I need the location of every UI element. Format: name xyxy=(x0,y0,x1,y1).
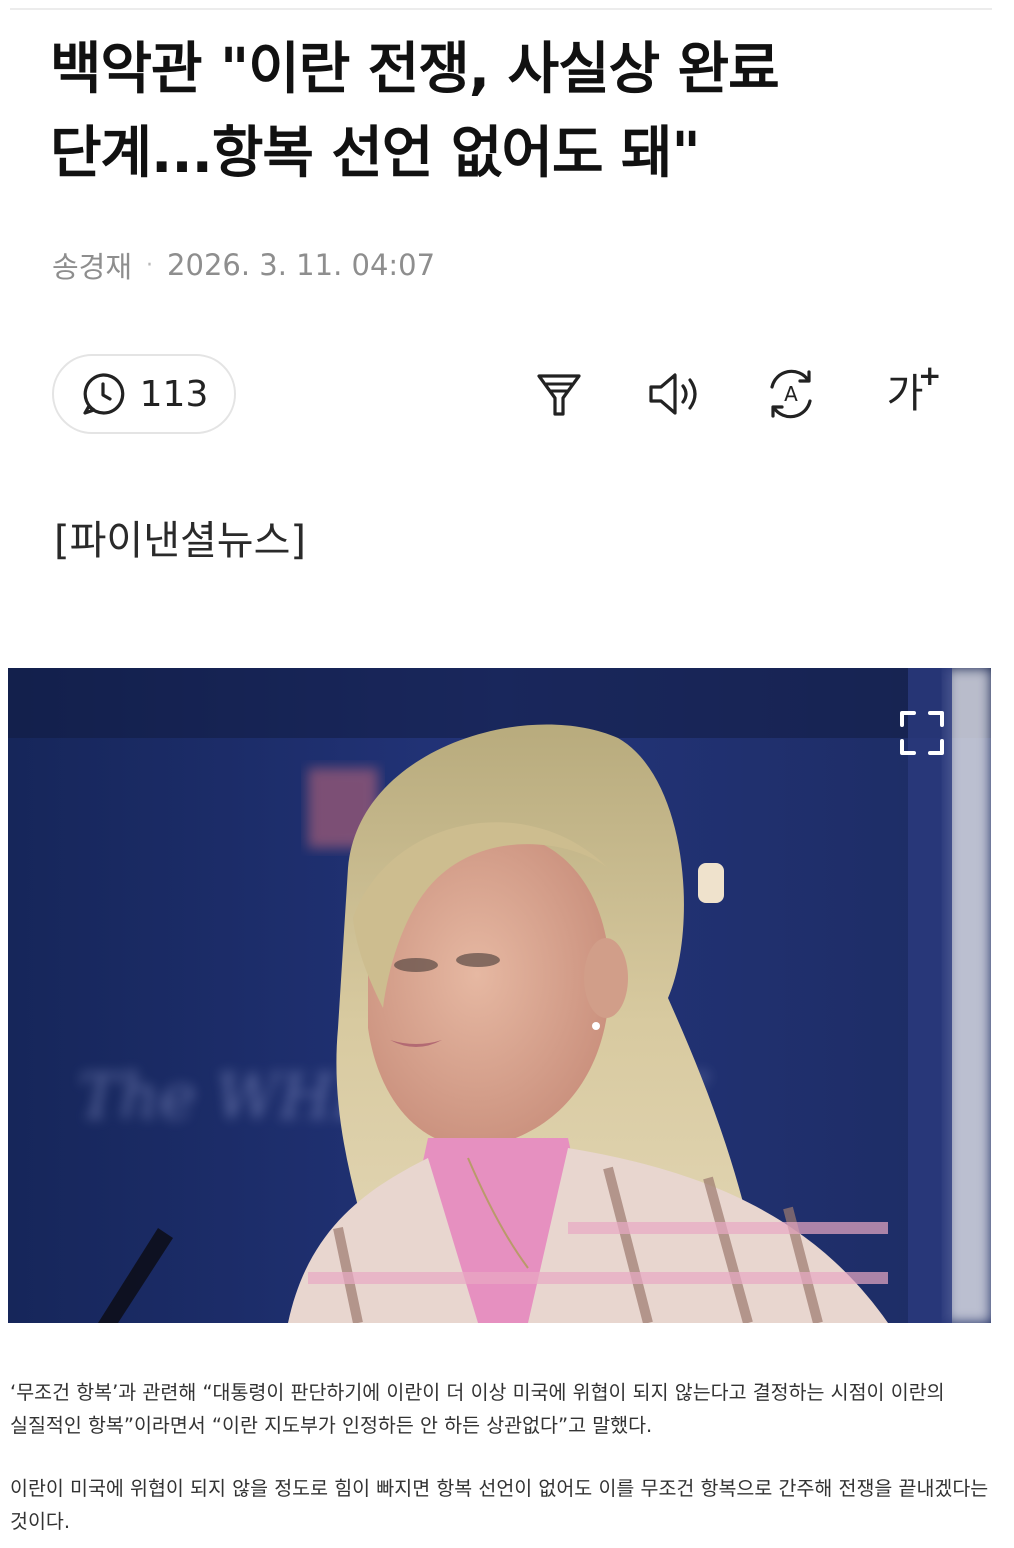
translate-button[interactable]: A xyxy=(760,363,822,425)
top-divider xyxy=(10,8,992,10)
summary-funnel-icon xyxy=(533,368,585,420)
comment-count: 113 xyxy=(139,373,209,415)
article-paragraph: ‘무조건 항복’과 관련해 “대통령이 판단하기에 이란이 더 이상 미국에 위… xyxy=(10,1381,945,1437)
article-paragraph: 이란이 미국에 위협이 되지 않을 정도로 힘이 빠지면 항복 선언이 없어도 … xyxy=(10,1477,989,1533)
font-size-plus: + xyxy=(917,359,942,392)
translate-icon: A xyxy=(762,365,820,423)
publish-datetime: 2026. 3. 11. 04:07 xyxy=(167,248,436,282)
article-photo-illustration: The WHITE HOUSE xyxy=(8,668,991,1323)
author-name[interactable]: 송경재 xyxy=(52,244,132,286)
summary-button[interactable] xyxy=(528,363,590,425)
byline: 송경재 · 2026. 3. 11. 04:07 xyxy=(52,244,435,286)
byline-separator: · xyxy=(146,252,154,278)
photo-expand-button[interactable] xyxy=(882,690,962,780)
font-size-glyph: 가 + xyxy=(886,359,942,417)
article-photo[interactable]: The WHITE HOUSE xyxy=(8,668,991,1323)
comments-button[interactable]: 113 xyxy=(52,354,236,434)
expand-icon xyxy=(898,709,946,761)
comment-clock-icon xyxy=(80,371,126,417)
source-tag: [파이낸셜뉴스] xyxy=(54,518,307,564)
listen-button[interactable] xyxy=(644,363,706,425)
font-size-button[interactable]: 가 + xyxy=(874,359,942,425)
speaker-icon xyxy=(645,368,705,420)
svg-text:A: A xyxy=(784,382,798,406)
article-headline: 백악관 "이란 전쟁, 사실상 완료 단계...항복 선언 없어도 돼" xyxy=(50,37,780,186)
